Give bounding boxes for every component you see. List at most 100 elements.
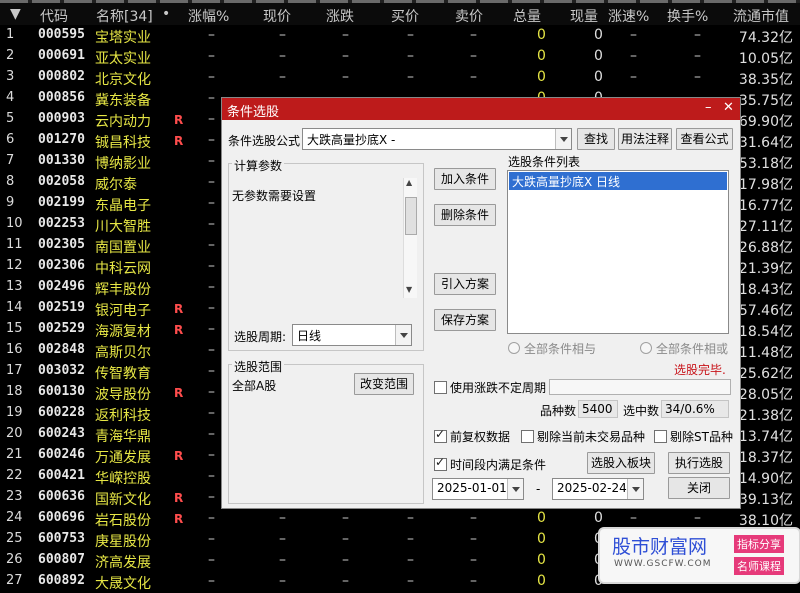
dash-cell: – <box>470 510 477 526</box>
total-volume: 0 <box>537 573 546 589</box>
save-scheme-button[interactable]: 保存方案 <box>434 309 496 331</box>
header-code[interactable]: 代码 <box>40 6 68 26</box>
dash-cell: – <box>208 321 215 337</box>
table-row[interactable]: 2 000691 亚太实业 – – – – – 0 0 – – 10.05亿 <box>0 46 800 67</box>
header-change[interactable]: 涨跌 <box>326 6 354 26</box>
stock-name: 济高发展 <box>95 555 151 571</box>
run-selection-button[interactable]: 执行选股 <box>668 452 730 474</box>
scroll-down-icon[interactable]: ▼ <box>406 285 412 294</box>
usage-notes-button[interactable]: 用法注释 <box>618 128 672 150</box>
chevron-down-icon[interactable] <box>627 479 643 499</box>
formula-select[interactable]: 大跌高量抄底X - <box>302 128 572 150</box>
minimize-icon[interactable]: – <box>705 100 712 115</box>
search-button[interactable]: 查找 <box>577 128 615 150</box>
stock-name: 银河电子 <box>95 303 151 319</box>
period-select[interactable]: 日线 <box>292 324 412 346</box>
stock-name: 返利科技 <box>95 408 151 424</box>
table-row[interactable]: 1 000595 宝塔实业 – – – – – 0 0 – – 74.32亿 <box>0 25 800 46</box>
close-button[interactable]: 关闭 <box>668 477 730 499</box>
dash-cell: – <box>342 69 349 85</box>
stock-code: 600421 <box>38 468 85 483</box>
selected-count-box: 34/0.6% <box>661 400 729 418</box>
row-index: 9 <box>6 195 15 210</box>
dash-cell: – <box>279 510 286 526</box>
condition-list-item[interactable]: 大跌高量抄底X 日线 <box>509 172 727 190</box>
stock-name: 亚太实业 <box>95 51 151 67</box>
header-change-pct[interactable]: 涨幅% <box>188 6 229 26</box>
stock-code: 002529 <box>38 321 85 336</box>
date-from-picker[interactable]: 2025-01-01 <box>432 478 524 500</box>
import-scheme-button[interactable]: 引入方案 <box>434 273 496 295</box>
header-dot: • <box>162 6 171 22</box>
header-turnover[interactable]: 换手% <box>667 6 708 26</box>
time-range-checkbox[interactable] <box>434 455 447 471</box>
row-index: 25 <box>6 531 23 546</box>
chevron-down-icon[interactable] <box>555 129 571 149</box>
dash-cell: – <box>630 510 637 526</box>
header-bid[interactable]: 买价 <box>391 6 419 26</box>
header-speed[interactable]: 涨速% <box>608 6 649 26</box>
change-range-button[interactable]: 改变范围 <box>354 373 414 395</box>
dash-cell: – <box>630 48 637 64</box>
add-to-block-button[interactable]: 选股入板块 <box>587 452 655 474</box>
dash-cell: – <box>407 48 414 64</box>
radio-all-and[interactable] <box>508 342 520 354</box>
dash-cell: – <box>407 552 414 568</box>
dash-cell: – <box>208 195 215 211</box>
scroll-up-icon[interactable]: ▲ <box>406 178 412 187</box>
dash-cell: – <box>208 468 215 484</box>
quote-table-header: ▼ 代码 名称[34] • 涨幅% 现价 涨跌 买价 卖价 总量 现量 涨速% … <box>0 3 800 25</box>
close-icon[interactable]: ✕ <box>723 100 734 115</box>
radio-all-or[interactable] <box>640 342 652 354</box>
header-ask[interactable]: 卖价 <box>455 6 483 26</box>
add-condition-button[interactable]: 加入条件 <box>434 168 496 190</box>
stock-name: 中科云网 <box>95 261 151 277</box>
condition-list[interactable]: 大跌高量抄底X 日线 <box>507 170 729 334</box>
count-value: 5400 <box>582 402 613 416</box>
header-name[interactable]: 名称[34] <box>96 6 153 26</box>
total-volume: 0 <box>537 531 546 547</box>
margin-flag-badge: R <box>174 449 184 463</box>
dash-cell: – <box>208 279 215 295</box>
header-last-volume[interactable]: 现量 <box>570 6 598 26</box>
float-market-cap: 38.35亿 <box>738 72 793 88</box>
row-index: 16 <box>6 342 23 357</box>
forward-adjust-checkbox[interactable] <box>434 427 447 443</box>
stock-code: 600130 <box>38 384 85 399</box>
row-index: 15 <box>6 321 23 336</box>
sort-icon[interactable]: ▼ <box>10 6 21 22</box>
row-index: 5 <box>6 111 15 126</box>
stock-code: 000903 <box>38 111 85 126</box>
stock-name: 青海华鼎 <box>95 429 151 445</box>
current-volume: 0 <box>594 48 603 64</box>
params-scrollbar[interactable]: ▲ ▼ <box>403 178 417 298</box>
stock-name: 万通发展 <box>95 450 151 466</box>
dash-cell: – <box>470 48 477 64</box>
chevron-down-icon[interactable] <box>395 325 411 345</box>
dialog-titlebar[interactable]: 条件选股 – ✕ <box>222 98 740 120</box>
dash-cell: – <box>279 552 286 568</box>
uncertain-period-checkbox[interactable] <box>434 381 447 394</box>
dash-cell: – <box>694 27 701 43</box>
status-text: 选股完毕. <box>674 363 726 377</box>
view-formula-button[interactable]: 查看公式 <box>676 128 733 150</box>
stock-code: 600696 <box>38 510 85 525</box>
chevron-down-icon[interactable] <box>507 479 523 499</box>
table-row[interactable]: 3 000802 北京文化 – – – – – 0 0 – – 38.35亿 <box>0 67 800 88</box>
header-float-cap[interactable]: 流通市值 <box>733 6 789 26</box>
header-volume[interactable]: 总量 <box>513 6 541 26</box>
count-box: 5400 <box>578 400 618 418</box>
dash-cell: – <box>342 510 349 526</box>
total-volume: 0 <box>537 552 546 568</box>
margin-flag-badge: R <box>174 386 184 400</box>
header-price[interactable]: 现价 <box>263 6 291 26</box>
exclude-st-checkbox[interactable] <box>654 430 667 443</box>
selected-count-value: 34/0.6% <box>665 402 715 416</box>
row-index: 10 <box>6 216 23 231</box>
date-to-picker[interactable]: 2025-02-24 <box>552 478 644 500</box>
exclude-untraded-checkbox[interactable] <box>521 430 534 443</box>
delete-condition-button[interactable]: 删除条件 <box>434 204 496 226</box>
scrollbar-thumb[interactable] <box>405 197 417 235</box>
dialog-title: 条件选股 <box>227 105 280 120</box>
table-row[interactable]: 24 600696 岩石股份 R – – – – –0 0– –38.10亿 <box>0 508 800 529</box>
